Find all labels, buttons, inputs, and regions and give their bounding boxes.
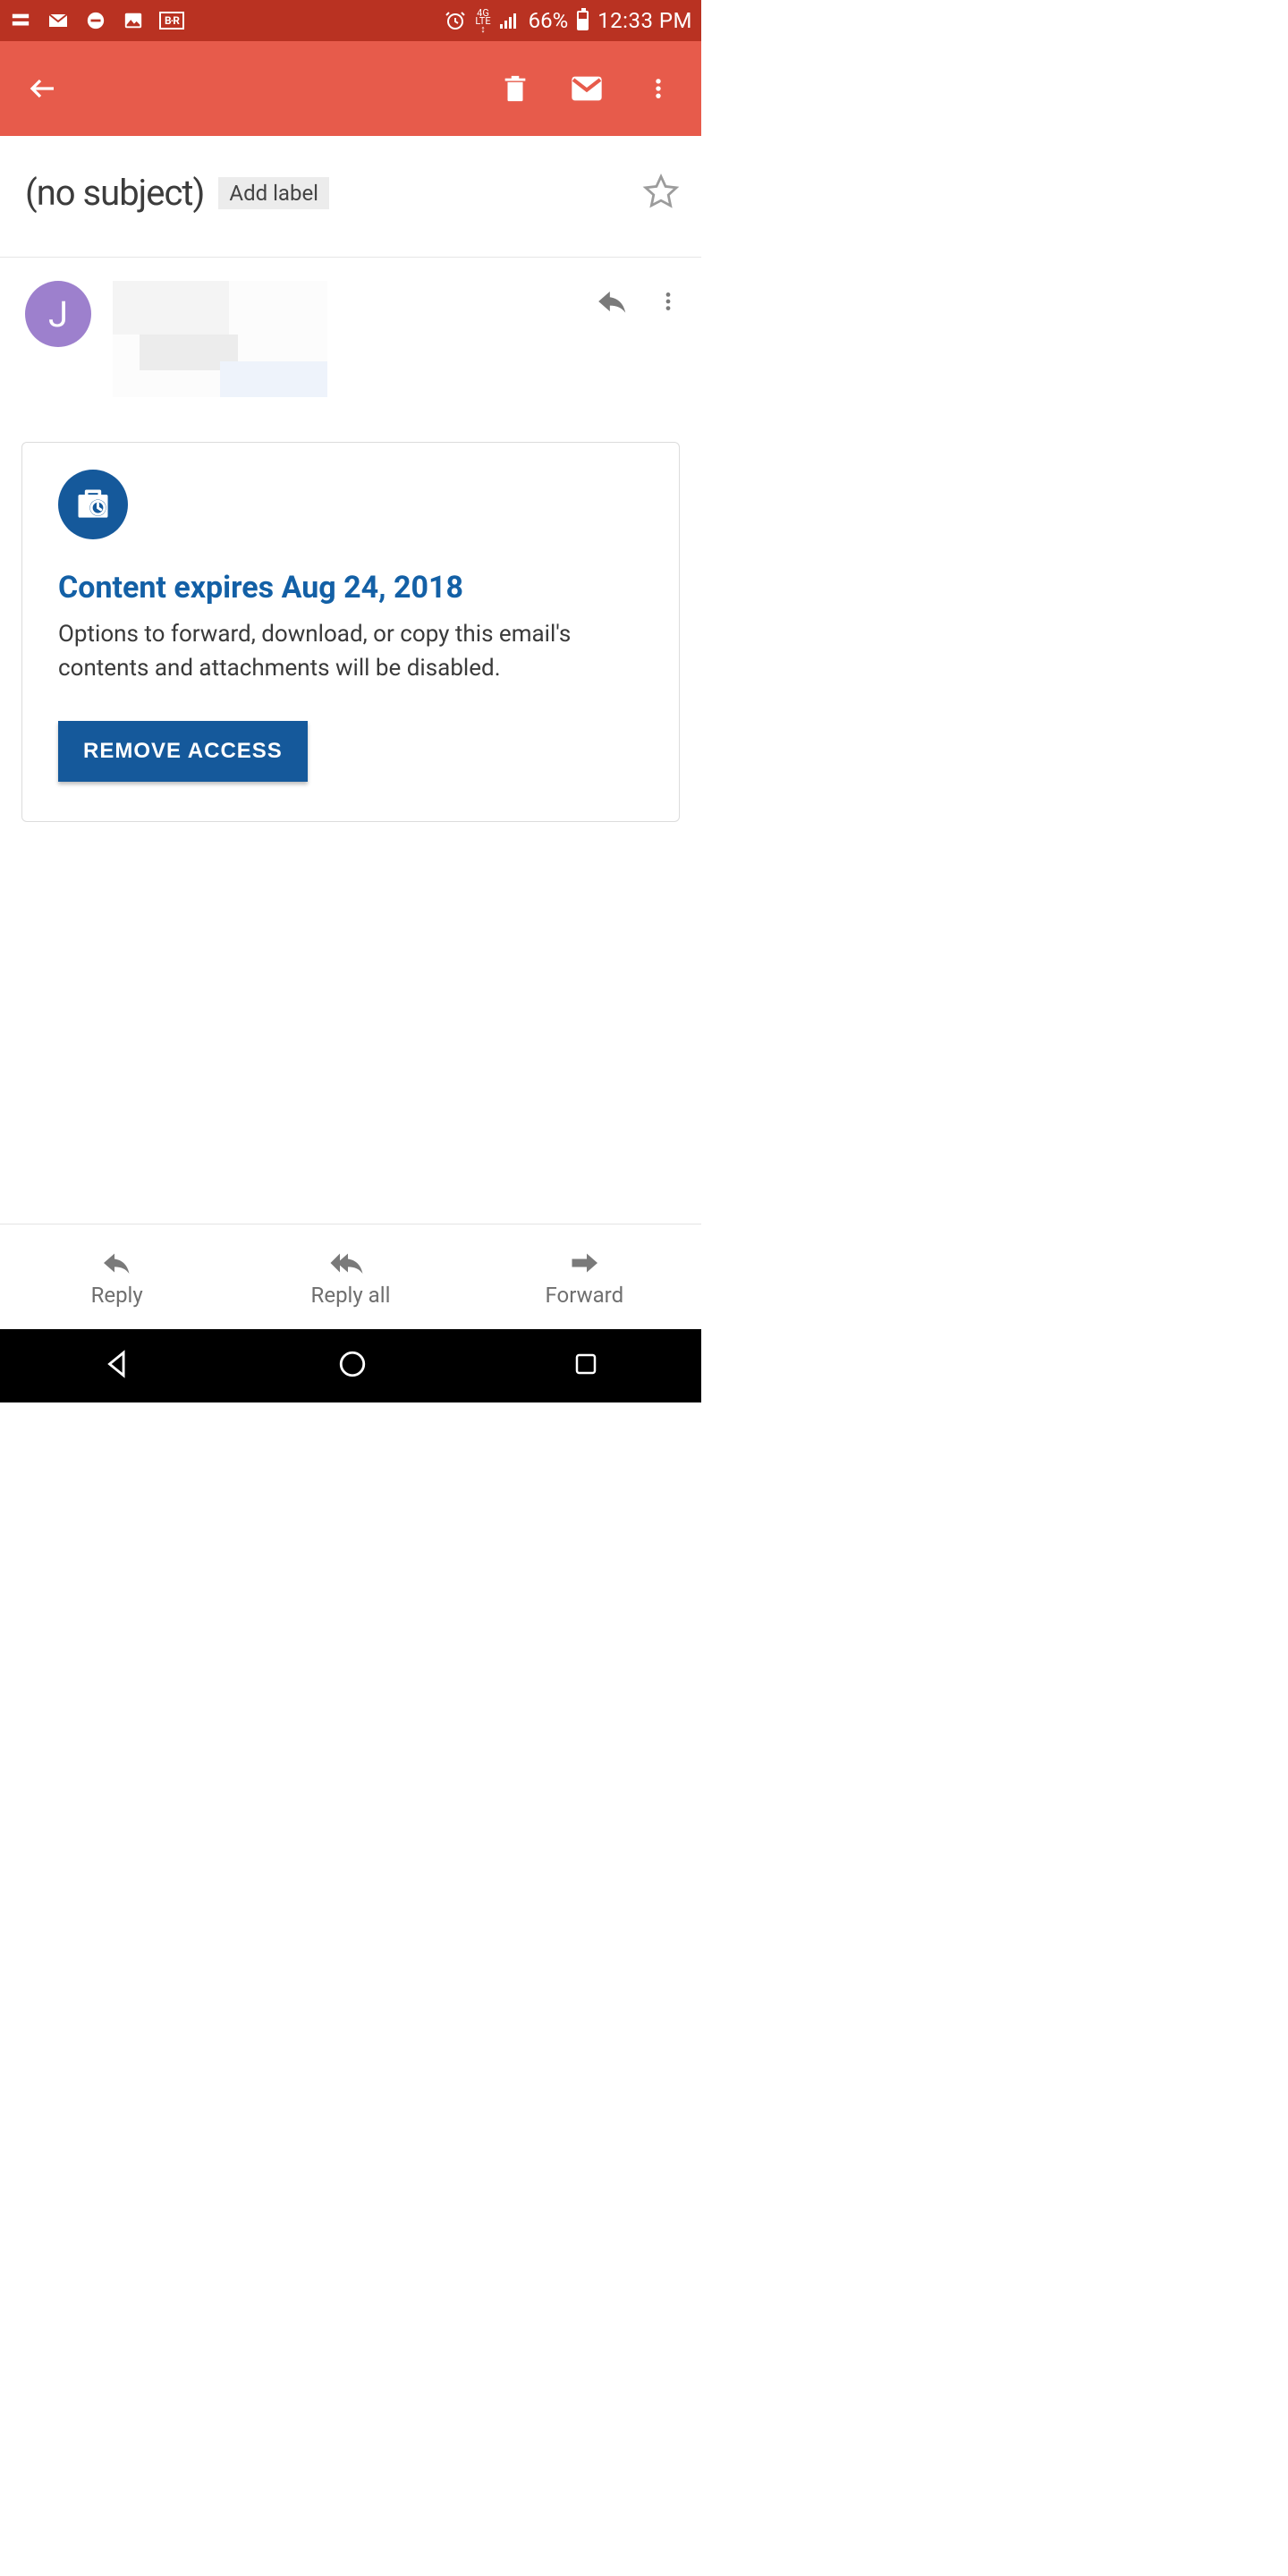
sender-row: J	[0, 258, 701, 406]
nav-back-button[interactable]	[102, 1349, 132, 1383]
confidential-mode-card: Content expires Aug 24, 2018 Options to …	[21, 442, 680, 822]
email-subject: (no subject)	[25, 172, 204, 214]
bottom-action-bar: Reply Reply all Forward	[0, 1224, 701, 1329]
reply-icon-button[interactable]	[596, 284, 630, 322]
confidential-title: Content expires Aug 24, 2018	[58, 570, 643, 606]
notif-br-icon: B·R	[159, 12, 184, 30]
nav-recents-button[interactable]	[572, 1351, 599, 1381]
reply-all-button[interactable]: Reply all	[233, 1224, 467, 1329]
confidential-description: Options to forward, download, or copy th…	[58, 618, 643, 685]
alarm-icon	[445, 10, 466, 31]
overflow-menu-button[interactable]	[637, 67, 680, 110]
signal-icon	[500, 13, 520, 29]
forward-label: Forward	[546, 1283, 624, 1308]
status-bar: B·R 4GLTE↕ 66% 12:33 PM	[0, 0, 701, 41]
notif-photos-icon	[122, 9, 145, 32]
nav-home-button[interactable]	[337, 1349, 368, 1383]
system-nav-bar	[0, 1329, 701, 1402]
add-label-button[interactable]: Add label	[218, 177, 329, 209]
subject-row: (no subject) Add label	[0, 136, 701, 258]
reply-label: Reply	[91, 1283, 143, 1308]
reply-button[interactable]: Reply	[0, 1224, 233, 1329]
mark-unread-button[interactable]	[565, 67, 608, 110]
delete-button[interactable]	[494, 67, 537, 110]
notif-app1-icon	[9, 9, 32, 32]
battery-icon	[577, 11, 589, 30]
confidential-icon	[58, 470, 128, 539]
app-bar	[0, 41, 701, 136]
avatar-initial: J	[48, 293, 68, 335]
message-overflow-button[interactable]	[657, 290, 680, 317]
star-button[interactable]	[642, 173, 680, 214]
clock: 12:33 PM	[597, 8, 692, 33]
forward-button[interactable]: Forward	[468, 1224, 701, 1329]
sender-details-redacted	[113, 281, 327, 397]
back-button[interactable]	[21, 67, 64, 110]
network-type-label: 4GLTE↕	[475, 9, 490, 33]
notif-mail-icon	[47, 9, 70, 32]
battery-pct: 66%	[529, 8, 569, 33]
notif-dnd-icon	[84, 9, 107, 32]
sender-avatar[interactable]: J	[25, 281, 91, 347]
remove-access-button[interactable]: REMOVE ACCESS	[58, 721, 308, 782]
reply-all-label: Reply all	[311, 1283, 391, 1308]
